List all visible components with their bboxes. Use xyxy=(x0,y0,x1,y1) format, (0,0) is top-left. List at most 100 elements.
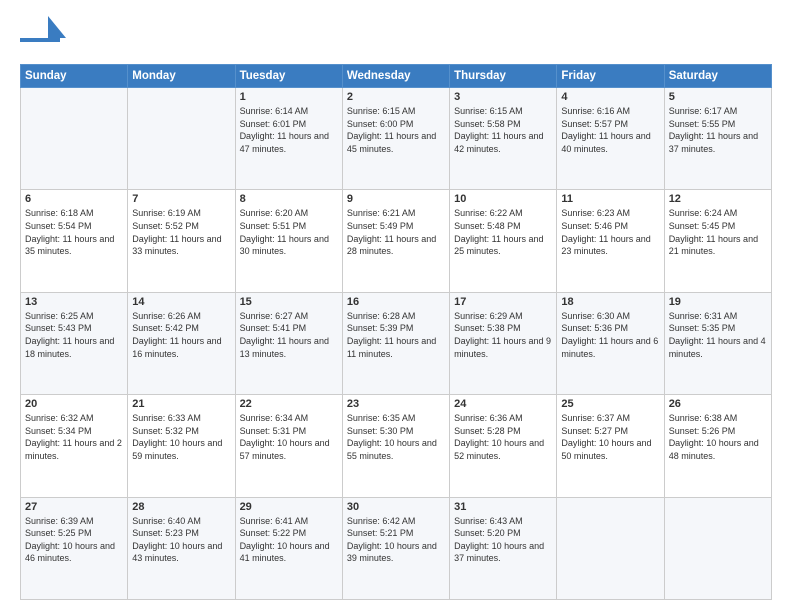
cell-info: Sunrise: 6:22 AMSunset: 5:48 PMDaylight:… xyxy=(454,207,552,257)
day-number: 30 xyxy=(347,501,445,513)
calendar-cell: 8 Sunrise: 6:20 AMSunset: 5:51 PMDaylight… xyxy=(235,190,342,292)
day-number: 23 xyxy=(347,398,445,410)
cell-info: Sunrise: 6:39 AMSunset: 5:25 PMDaylight:… xyxy=(25,515,123,565)
day-header-saturday: Saturday xyxy=(664,65,771,88)
logo-icon xyxy=(20,16,66,56)
day-number: 29 xyxy=(240,501,338,513)
calendar-cell: 21 Sunrise: 6:33 AMSunset: 5:32 PMDayligh… xyxy=(128,395,235,497)
cell-info: Sunrise: 6:42 AMSunset: 5:21 PMDaylight:… xyxy=(347,515,445,565)
cell-info: Sunrise: 6:26 AMSunset: 5:42 PMDaylight:… xyxy=(132,310,230,360)
week-row-2: 6 Sunrise: 6:18 AMSunset: 5:54 PMDaylight… xyxy=(21,190,772,292)
cell-info: Sunrise: 6:43 AMSunset: 5:20 PMDaylight:… xyxy=(454,515,552,565)
day-header-friday: Friday xyxy=(557,65,664,88)
calendar-cell: 15Sunrise: 6:27 AMSunset: 5:41 PMDayligh… xyxy=(235,292,342,394)
day-header-thursday: Thursday xyxy=(450,65,557,88)
day-number: 31 xyxy=(454,501,552,513)
calendar: SundayMondayTuesdayWednesdayThursdayFrid… xyxy=(20,64,772,600)
cell-info: Sunrise: 6:18 AMSunset: 5:54 PMDaylight:… xyxy=(25,207,123,257)
day-number: 9 xyxy=(347,193,445,205)
day-header-tuesday: Tuesday xyxy=(235,65,342,88)
day-number: 13 xyxy=(25,296,123,308)
calendar-cell: 25 Sunrise: 6:37 AMSunset: 5:27 PMDayligh… xyxy=(557,395,664,497)
cell-info: Sunrise: 6:24 AMSunset: 5:45 PMDaylight:… xyxy=(669,207,767,257)
day-number: 19 xyxy=(669,296,767,308)
day-number: 5 xyxy=(669,91,767,103)
logo xyxy=(20,16,70,56)
day-number: 1 xyxy=(240,91,338,103)
calendar-cell: 30 Sunrise: 6:42 AMSunset: 5:21 PMDayligh… xyxy=(342,497,449,599)
calendar-cell xyxy=(128,88,235,190)
cell-info: Sunrise: 6:31 AMSunset: 5:35 PMDaylight:… xyxy=(669,310,767,360)
day-number: 18 xyxy=(561,296,659,308)
cell-info: Sunrise: 6:38 AMSunset: 5:26 PMDaylight:… xyxy=(669,412,767,462)
calendar-cell: 24Sunrise: 6:36 AMSunset: 5:28 PMDayligh… xyxy=(450,395,557,497)
cell-info: Sunrise: 6:28 AMSunset: 5:39 PMDaylight:… xyxy=(347,310,445,360)
week-row-1: 1 Sunrise: 6:14 AMSunset: 6:01 PMDaylight… xyxy=(21,88,772,190)
cell-info: Sunrise: 6:40 AMSunset: 5:23 PMDaylight:… xyxy=(132,515,230,565)
calendar-cell: 16Sunrise: 6:28 AMSunset: 5:39 PMDayligh… xyxy=(342,292,449,394)
day-number: 11 xyxy=(561,193,659,205)
cell-info: Sunrise: 6:37 AMSunset: 5:27 PMDaylight:… xyxy=(561,412,659,462)
day-number: 7 xyxy=(132,193,230,205)
cell-info: Sunrise: 6:25 AMSunset: 5:43 PMDaylight:… xyxy=(25,310,123,360)
day-number: 10 xyxy=(454,193,552,205)
day-number: 20 xyxy=(25,398,123,410)
day-number: 8 xyxy=(240,193,338,205)
cell-info: Sunrise: 6:23 AMSunset: 5:46 PMDaylight:… xyxy=(561,207,659,257)
calendar-cell: 11 Sunrise: 6:23 AMSunset: 5:46 PMDayligh… xyxy=(557,190,664,292)
header xyxy=(20,16,772,56)
calendar-cell: 17Sunrise: 6:29 AMSunset: 5:38 PMDayligh… xyxy=(450,292,557,394)
cell-info: Sunrise: 6:17 AMSunset: 5:55 PMDaylight:… xyxy=(669,105,767,155)
calendar-cell: 26Sunrise: 6:38 AMSunset: 5:26 PMDayligh… xyxy=(664,395,771,497)
calendar-cell xyxy=(557,497,664,599)
cell-info: Sunrise: 6:14 AMSunset: 6:01 PMDaylight:… xyxy=(240,105,338,155)
cell-info: Sunrise: 6:16 AMSunset: 5:57 PMDaylight:… xyxy=(561,105,659,155)
page: SundayMondayTuesdayWednesdayThursdayFrid… xyxy=(0,0,792,612)
day-number: 25 xyxy=(561,398,659,410)
cell-info: Sunrise: 6:34 AMSunset: 5:31 PMDaylight:… xyxy=(240,412,338,462)
day-number: 4 xyxy=(561,91,659,103)
calendar-header: SundayMondayTuesdayWednesdayThursdayFrid… xyxy=(21,65,772,88)
day-number: 24 xyxy=(454,398,552,410)
calendar-cell: 31 Sunrise: 6:43 AMSunset: 5:20 PMDayligh… xyxy=(450,497,557,599)
day-header-sunday: Sunday xyxy=(21,65,128,88)
cell-info: Sunrise: 6:27 AMSunset: 5:41 PMDaylight:… xyxy=(240,310,338,360)
calendar-cell: 4 Sunrise: 6:16 AMSunset: 5:57 PMDaylight… xyxy=(557,88,664,190)
calendar-cell: 9 Sunrise: 6:21 AMSunset: 5:49 PMDaylight… xyxy=(342,190,449,292)
cell-info: Sunrise: 6:33 AMSunset: 5:32 PMDaylight:… xyxy=(132,412,230,462)
day-header-wednesday: Wednesday xyxy=(342,65,449,88)
cell-info: Sunrise: 6:41 AMSunset: 5:22 PMDaylight:… xyxy=(240,515,338,565)
cell-info: Sunrise: 6:21 AMSunset: 5:49 PMDaylight:… xyxy=(347,207,445,257)
calendar-cell: 10 Sunrise: 6:22 AMSunset: 5:48 PMDayligh… xyxy=(450,190,557,292)
cell-info: Sunrise: 6:15 AMSunset: 6:00 PMDaylight:… xyxy=(347,105,445,155)
day-header-monday: Monday xyxy=(128,65,235,88)
calendar-cell xyxy=(664,497,771,599)
calendar-cell: 18Sunrise: 6:30 AMSunset: 5:36 PMDayligh… xyxy=(557,292,664,394)
week-row-4: 20Sunrise: 6:32 AMSunset: 5:34 PMDayligh… xyxy=(21,395,772,497)
calendar-cell: 3Sunrise: 6:15 AMSunset: 5:58 PMDaylight… xyxy=(450,88,557,190)
day-number: 12 xyxy=(669,193,767,205)
calendar-cell: 28 Sunrise: 6:40 AMSunset: 5:23 PMDayligh… xyxy=(128,497,235,599)
day-number: 21 xyxy=(132,398,230,410)
calendar-cell: 12 Sunrise: 6:24 AMSunset: 5:45 PMDayligh… xyxy=(664,190,771,292)
calendar-cell: 27Sunrise: 6:39 AMSunset: 5:25 PMDayligh… xyxy=(21,497,128,599)
day-number: 22 xyxy=(240,398,338,410)
calendar-cell: 19 Sunrise: 6:31 AMSunset: 5:35 PMDayligh… xyxy=(664,292,771,394)
calendar-cell: 1 Sunrise: 6:14 AMSunset: 6:01 PMDaylight… xyxy=(235,88,342,190)
day-number: 6 xyxy=(25,193,123,205)
day-number: 2 xyxy=(347,91,445,103)
week-row-3: 13 Sunrise: 6:25 AMSunset: 5:43 PMDayligh… xyxy=(21,292,772,394)
calendar-cell xyxy=(21,88,128,190)
calendar-cell: 2 Sunrise: 6:15 AMSunset: 6:00 PMDaylight… xyxy=(342,88,449,190)
cell-info: Sunrise: 6:20 AMSunset: 5:51 PMDaylight:… xyxy=(240,207,338,257)
calendar-cell: 14Sunrise: 6:26 AMSunset: 5:42 PMDayligh… xyxy=(128,292,235,394)
day-number: 28 xyxy=(132,501,230,513)
calendar-cell: 23Sunrise: 6:35 AMSunset: 5:30 PMDayligh… xyxy=(342,395,449,497)
calendar-cell: 6 Sunrise: 6:18 AMSunset: 5:54 PMDaylight… xyxy=(21,190,128,292)
cell-info: Sunrise: 6:29 AMSunset: 5:38 PMDaylight:… xyxy=(454,310,552,360)
header-row: SundayMondayTuesdayWednesdayThursdayFrid… xyxy=(21,65,772,88)
day-number: 3 xyxy=(454,91,552,103)
week-row-5: 27Sunrise: 6:39 AMSunset: 5:25 PMDayligh… xyxy=(21,497,772,599)
calendar-cell: 5 Sunrise: 6:17 AMSunset: 5:55 PMDaylight… xyxy=(664,88,771,190)
calendar-cell: 7Sunrise: 6:19 AMSunset: 5:52 PMDaylight… xyxy=(128,190,235,292)
